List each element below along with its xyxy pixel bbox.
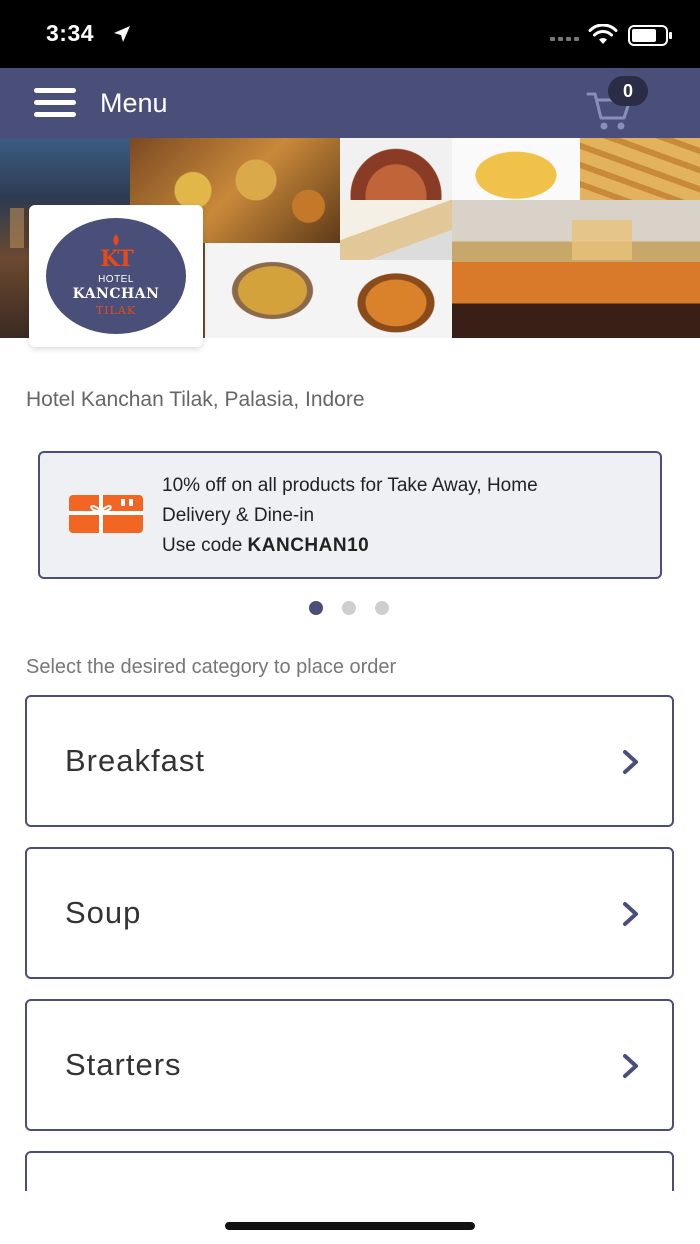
cart-button[interactable]: 0: [584, 74, 654, 134]
category-label: Breakfast: [65, 743, 205, 778]
carousel-dot-3[interactable]: [375, 601, 389, 615]
offer-line-1: 10% off on all products for Take Away, H…: [162, 475, 538, 496]
offers-gift-icon: [69, 495, 143, 533]
carousel-dot-1[interactable]: [309, 601, 323, 615]
category-item-partial[interactable]: [25, 1151, 674, 1191]
banner-photo-curry: [340, 260, 452, 338]
cart-count-badge: 0: [608, 76, 648, 106]
signal-icon: [550, 37, 579, 41]
category-item-soup[interactable]: Soup: [25, 847, 674, 979]
status-time: 3:34: [46, 20, 95, 46]
carousel-dot-2[interactable]: [342, 601, 356, 615]
category-item-starters[interactable]: Starters: [25, 999, 674, 1131]
logo-line-kanchan: KANCHAN: [72, 286, 160, 302]
page-title: Menu: [100, 88, 168, 118]
banner-photo-bar-counter: [452, 200, 700, 338]
category-label: Starters: [65, 1047, 182, 1082]
logo-mark: KT: [100, 246, 134, 272]
offer-code-prefix: Use code: [162, 535, 248, 556]
offer-line-2: Delivery & Dine-in: [162, 505, 315, 526]
category-item-breakfast[interactable]: Breakfast: [25, 695, 674, 827]
hamburger-icon[interactable]: [34, 88, 76, 118]
chevron-right-icon: [623, 750, 638, 774]
status-bar: 3:34: [0, 0, 700, 68]
home-indicator[interactable]: [225, 1222, 475, 1230]
banner-photo-fries: [452, 138, 580, 200]
offer-card[interactable]: 10% off on all products for Take Away, H…: [38, 451, 662, 579]
chevron-right-icon: [623, 1054, 638, 1078]
offer-text: 10% off on all products for Take Away, H…: [162, 471, 642, 561]
category-list: Breakfast Soup Starters: [25, 695, 674, 1191]
carousel-dots: [309, 601, 389, 615]
category-label: Soup: [65, 895, 142, 930]
restaurant-logo: KT HOTEL KANCHAN TILAK: [46, 218, 186, 334]
banner-photo-naan-lassi: [340, 200, 452, 260]
nav-bar: Menu 0: [0, 68, 700, 138]
flame-icon: [113, 234, 119, 246]
logo-line-hotel: HOTEL: [98, 274, 134, 285]
banner-photo-kofta: [205, 243, 340, 338]
category-prompt: Select the desired category to place ord…: [26, 656, 397, 678]
logo-line-tilak: TILAK: [95, 304, 137, 317]
battery-icon: [628, 25, 672, 46]
location-arrow-icon: [114, 26, 130, 42]
restaurant-logo-card: KT HOTEL KANCHAN TILAK: [29, 205, 203, 347]
offer-code: KANCHAN10: [247, 535, 370, 556]
banner-photo-rolls: [580, 138, 700, 200]
offer-code-line: Use code KANCHAN10: [162, 531, 642, 561]
restaurant-address: Hotel Kanchan Tilak, Palasia, Indore: [26, 388, 365, 411]
wifi-icon: [588, 24, 618, 44]
chevron-right-icon: [623, 902, 638, 926]
